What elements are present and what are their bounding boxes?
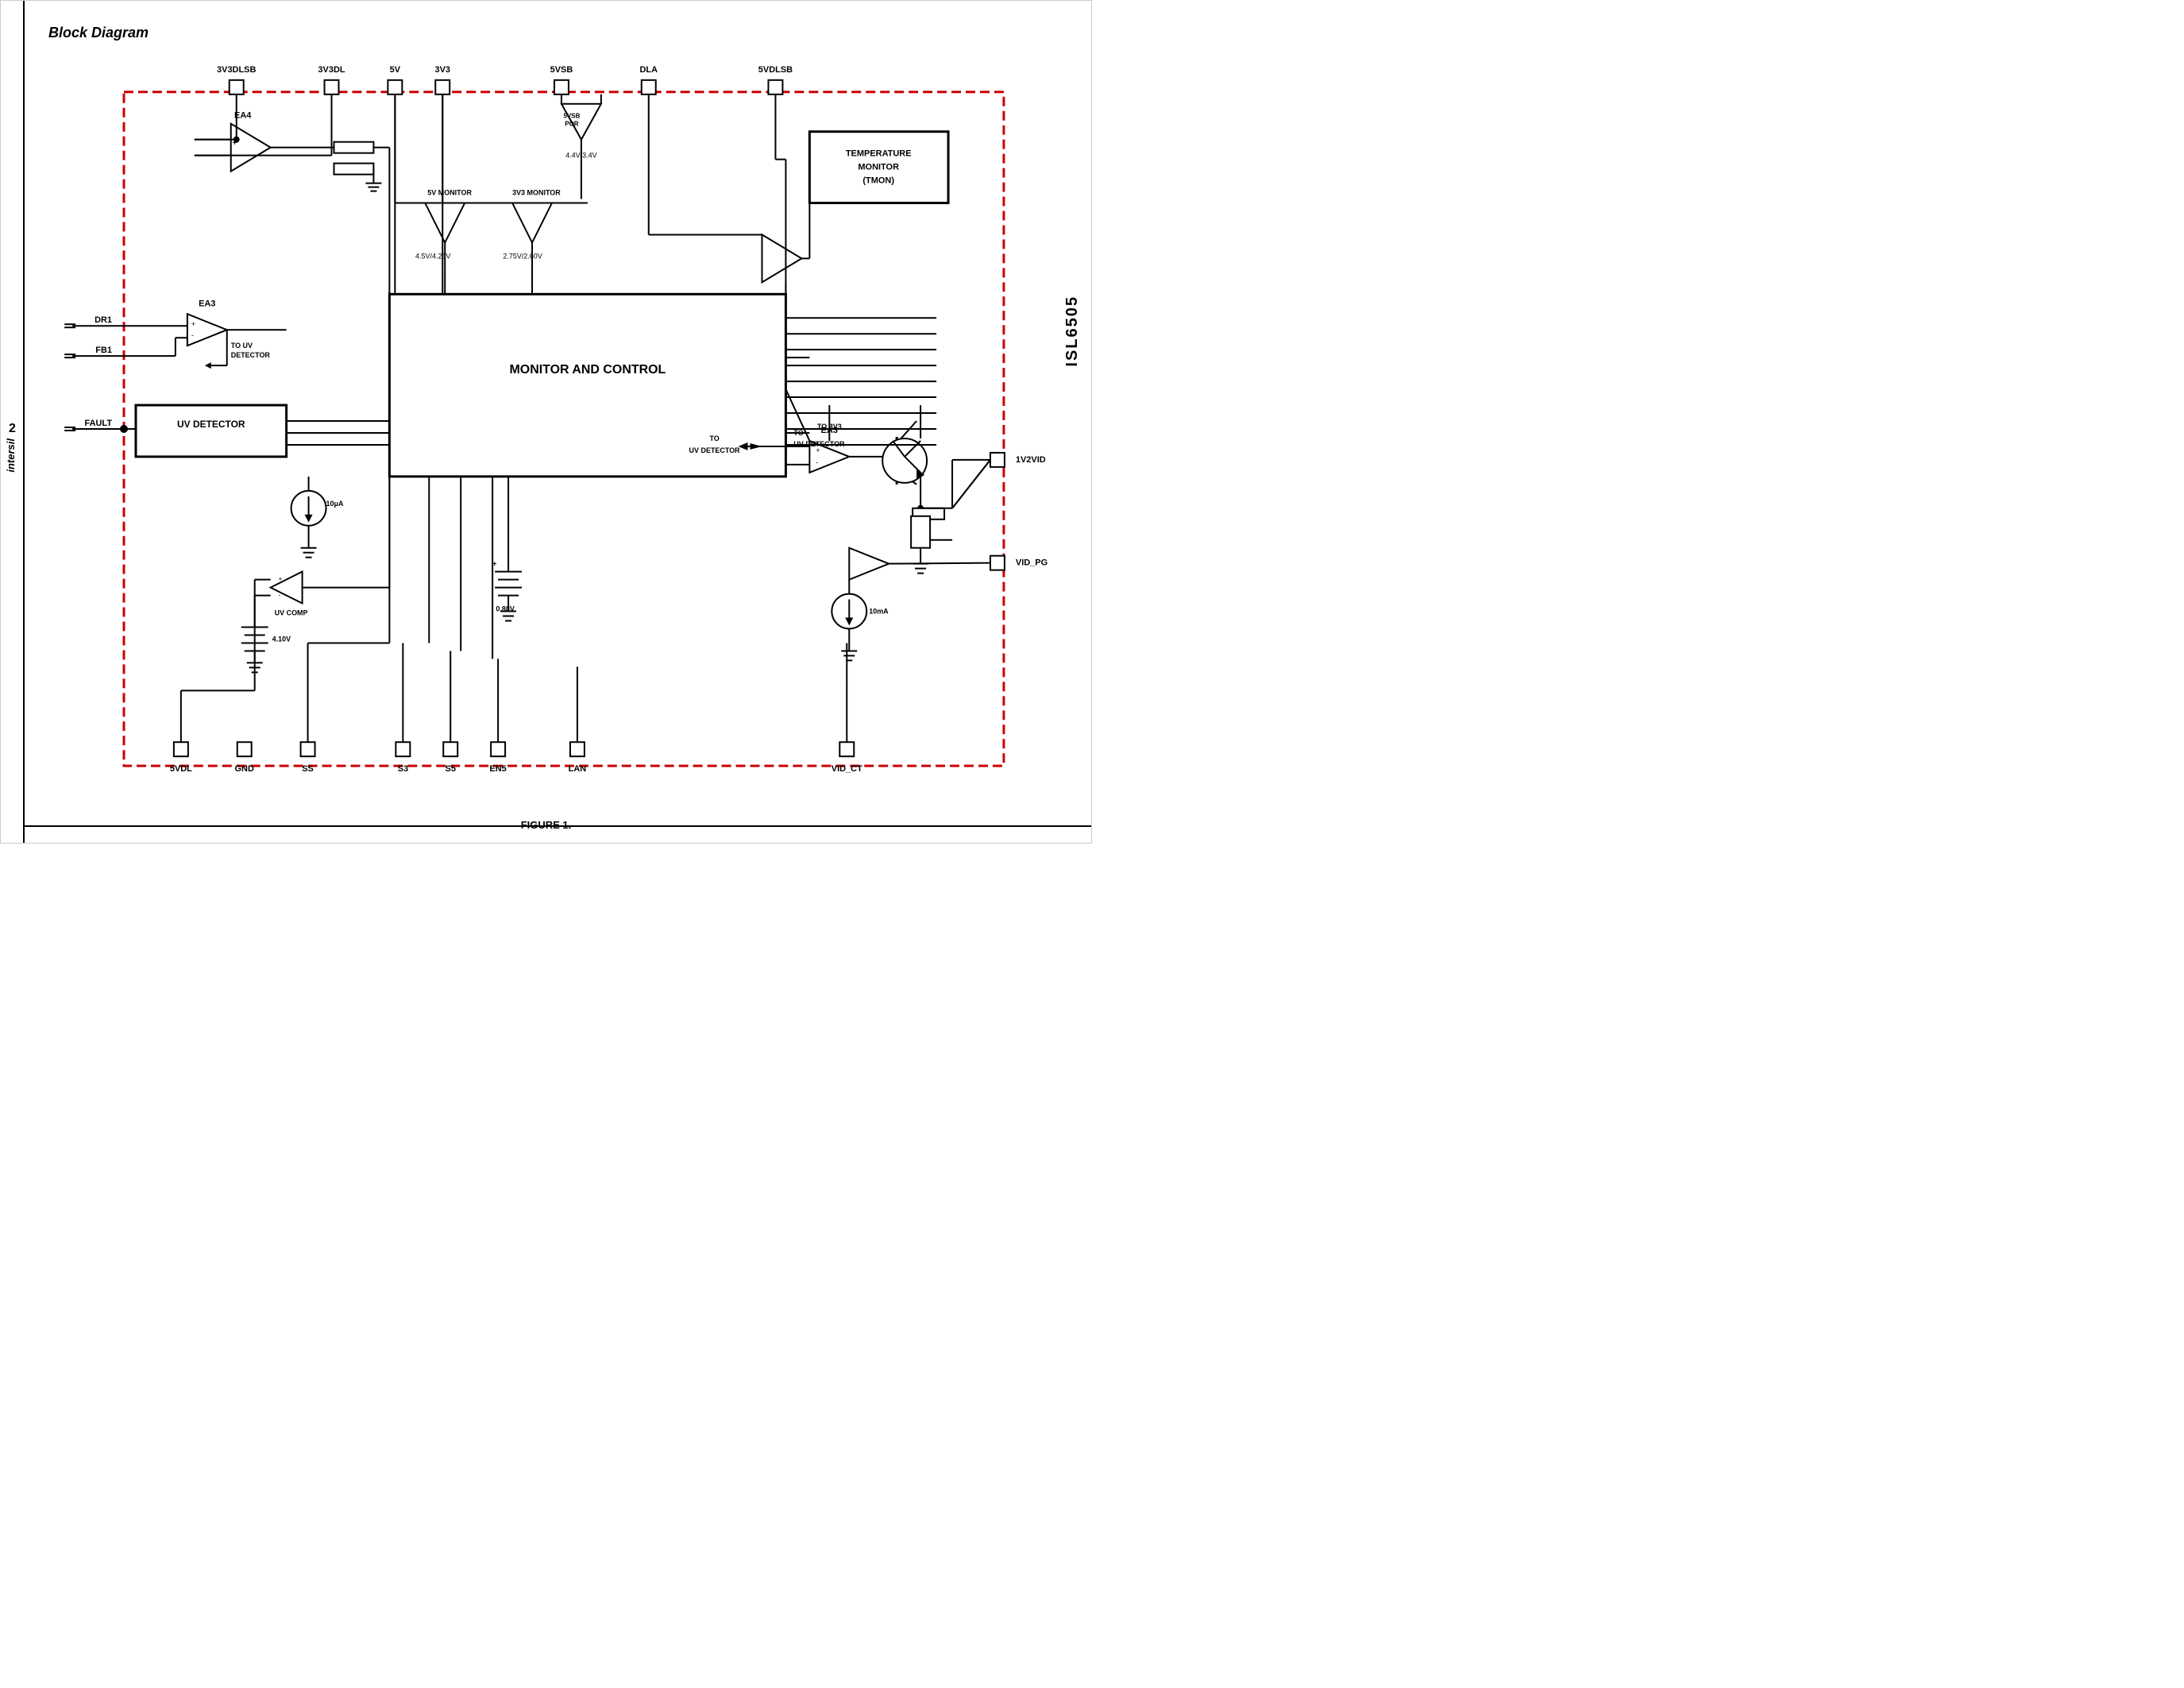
- svg-text:5VSB: 5VSB: [564, 113, 581, 120]
- svg-text:S3: S3: [398, 764, 408, 774]
- svg-text:VID_PG: VID_PG: [1016, 558, 1048, 568]
- svg-text:3V3: 3V3: [434, 65, 450, 75]
- svg-text:EN5: EN5: [489, 764, 506, 774]
- svg-text:+: +: [191, 320, 195, 328]
- svg-text:DR1: DR1: [95, 315, 112, 325]
- svg-text:GND: GND: [235, 764, 254, 774]
- svg-text:5VDLSB: 5VDLSB: [758, 65, 793, 75]
- svg-text:TO UV: TO UV: [231, 342, 253, 350]
- svg-text:5V: 5V: [390, 65, 401, 75]
- svg-text:-: -: [816, 458, 818, 466]
- svg-text:UV DETECTOR: UV DETECTOR: [689, 446, 741, 454]
- circuit-diagram: 3V3DLSB 3V3DL 5V 3V3 5VSB DLA 5VDLSB 5VD…: [1, 1, 1091, 843]
- svg-text:TO: TO: [709, 435, 719, 442]
- svg-text:TEMPERATURE: TEMPERATURE: [846, 149, 912, 159]
- svg-text:DETECTOR: DETECTOR: [231, 351, 271, 359]
- svg-text:-: -: [279, 592, 281, 599]
- svg-text:3V3 MONITOR: 3V3 MONITOR: [512, 189, 561, 197]
- svg-text:DLA: DLA: [639, 65, 658, 75]
- svg-text:10μA: 10μA: [326, 500, 344, 508]
- svg-text:10mA: 10mA: [869, 608, 889, 616]
- svg-text:MONITOR: MONITOR: [858, 163, 899, 172]
- svg-text:-: -: [191, 331, 194, 339]
- svg-text:TO: TO: [793, 429, 803, 437]
- svg-text:LAN: LAN: [569, 764, 587, 774]
- svg-text:2.75V/2.60V: 2.75V/2.60V: [503, 252, 542, 260]
- svg-text:MONITOR AND CONTROL: MONITOR AND CONTROL: [510, 363, 666, 377]
- svg-text:1V2VID: 1V2VID: [1016, 455, 1046, 465]
- svg-text:FAULT: FAULT: [84, 419, 112, 428]
- svg-text:UV DETECTOR: UV DETECTOR: [177, 419, 245, 430]
- svg-text:5VDL: 5VDL: [170, 764, 192, 774]
- svg-text:4.10V: 4.10V: [272, 635, 291, 643]
- svg-text:S5: S5: [446, 764, 456, 774]
- svg-text:UV COMP: UV COMP: [275, 609, 308, 617]
- svg-text:POR: POR: [565, 121, 579, 128]
- svg-text:3V3DL: 3V3DL: [318, 65, 345, 75]
- svg-text:5V MONITOR: 5V MONITOR: [427, 189, 472, 197]
- svg-text:FB1: FB1: [95, 346, 112, 355]
- svg-text:VID_CT: VID_CT: [832, 764, 862, 774]
- svg-text:+: +: [279, 576, 283, 583]
- svg-text:3V3DLSB: 3V3DLSB: [217, 65, 256, 75]
- svg-text:(TMON): (TMON): [862, 176, 894, 186]
- svg-text:5VSB: 5VSB: [550, 65, 573, 75]
- page: Block Diagram 2 intersil ISL6505 FIGURE …: [0, 0, 1092, 844]
- svg-text:SS: SS: [302, 764, 314, 774]
- svg-text:EA3: EA3: [199, 299, 215, 308]
